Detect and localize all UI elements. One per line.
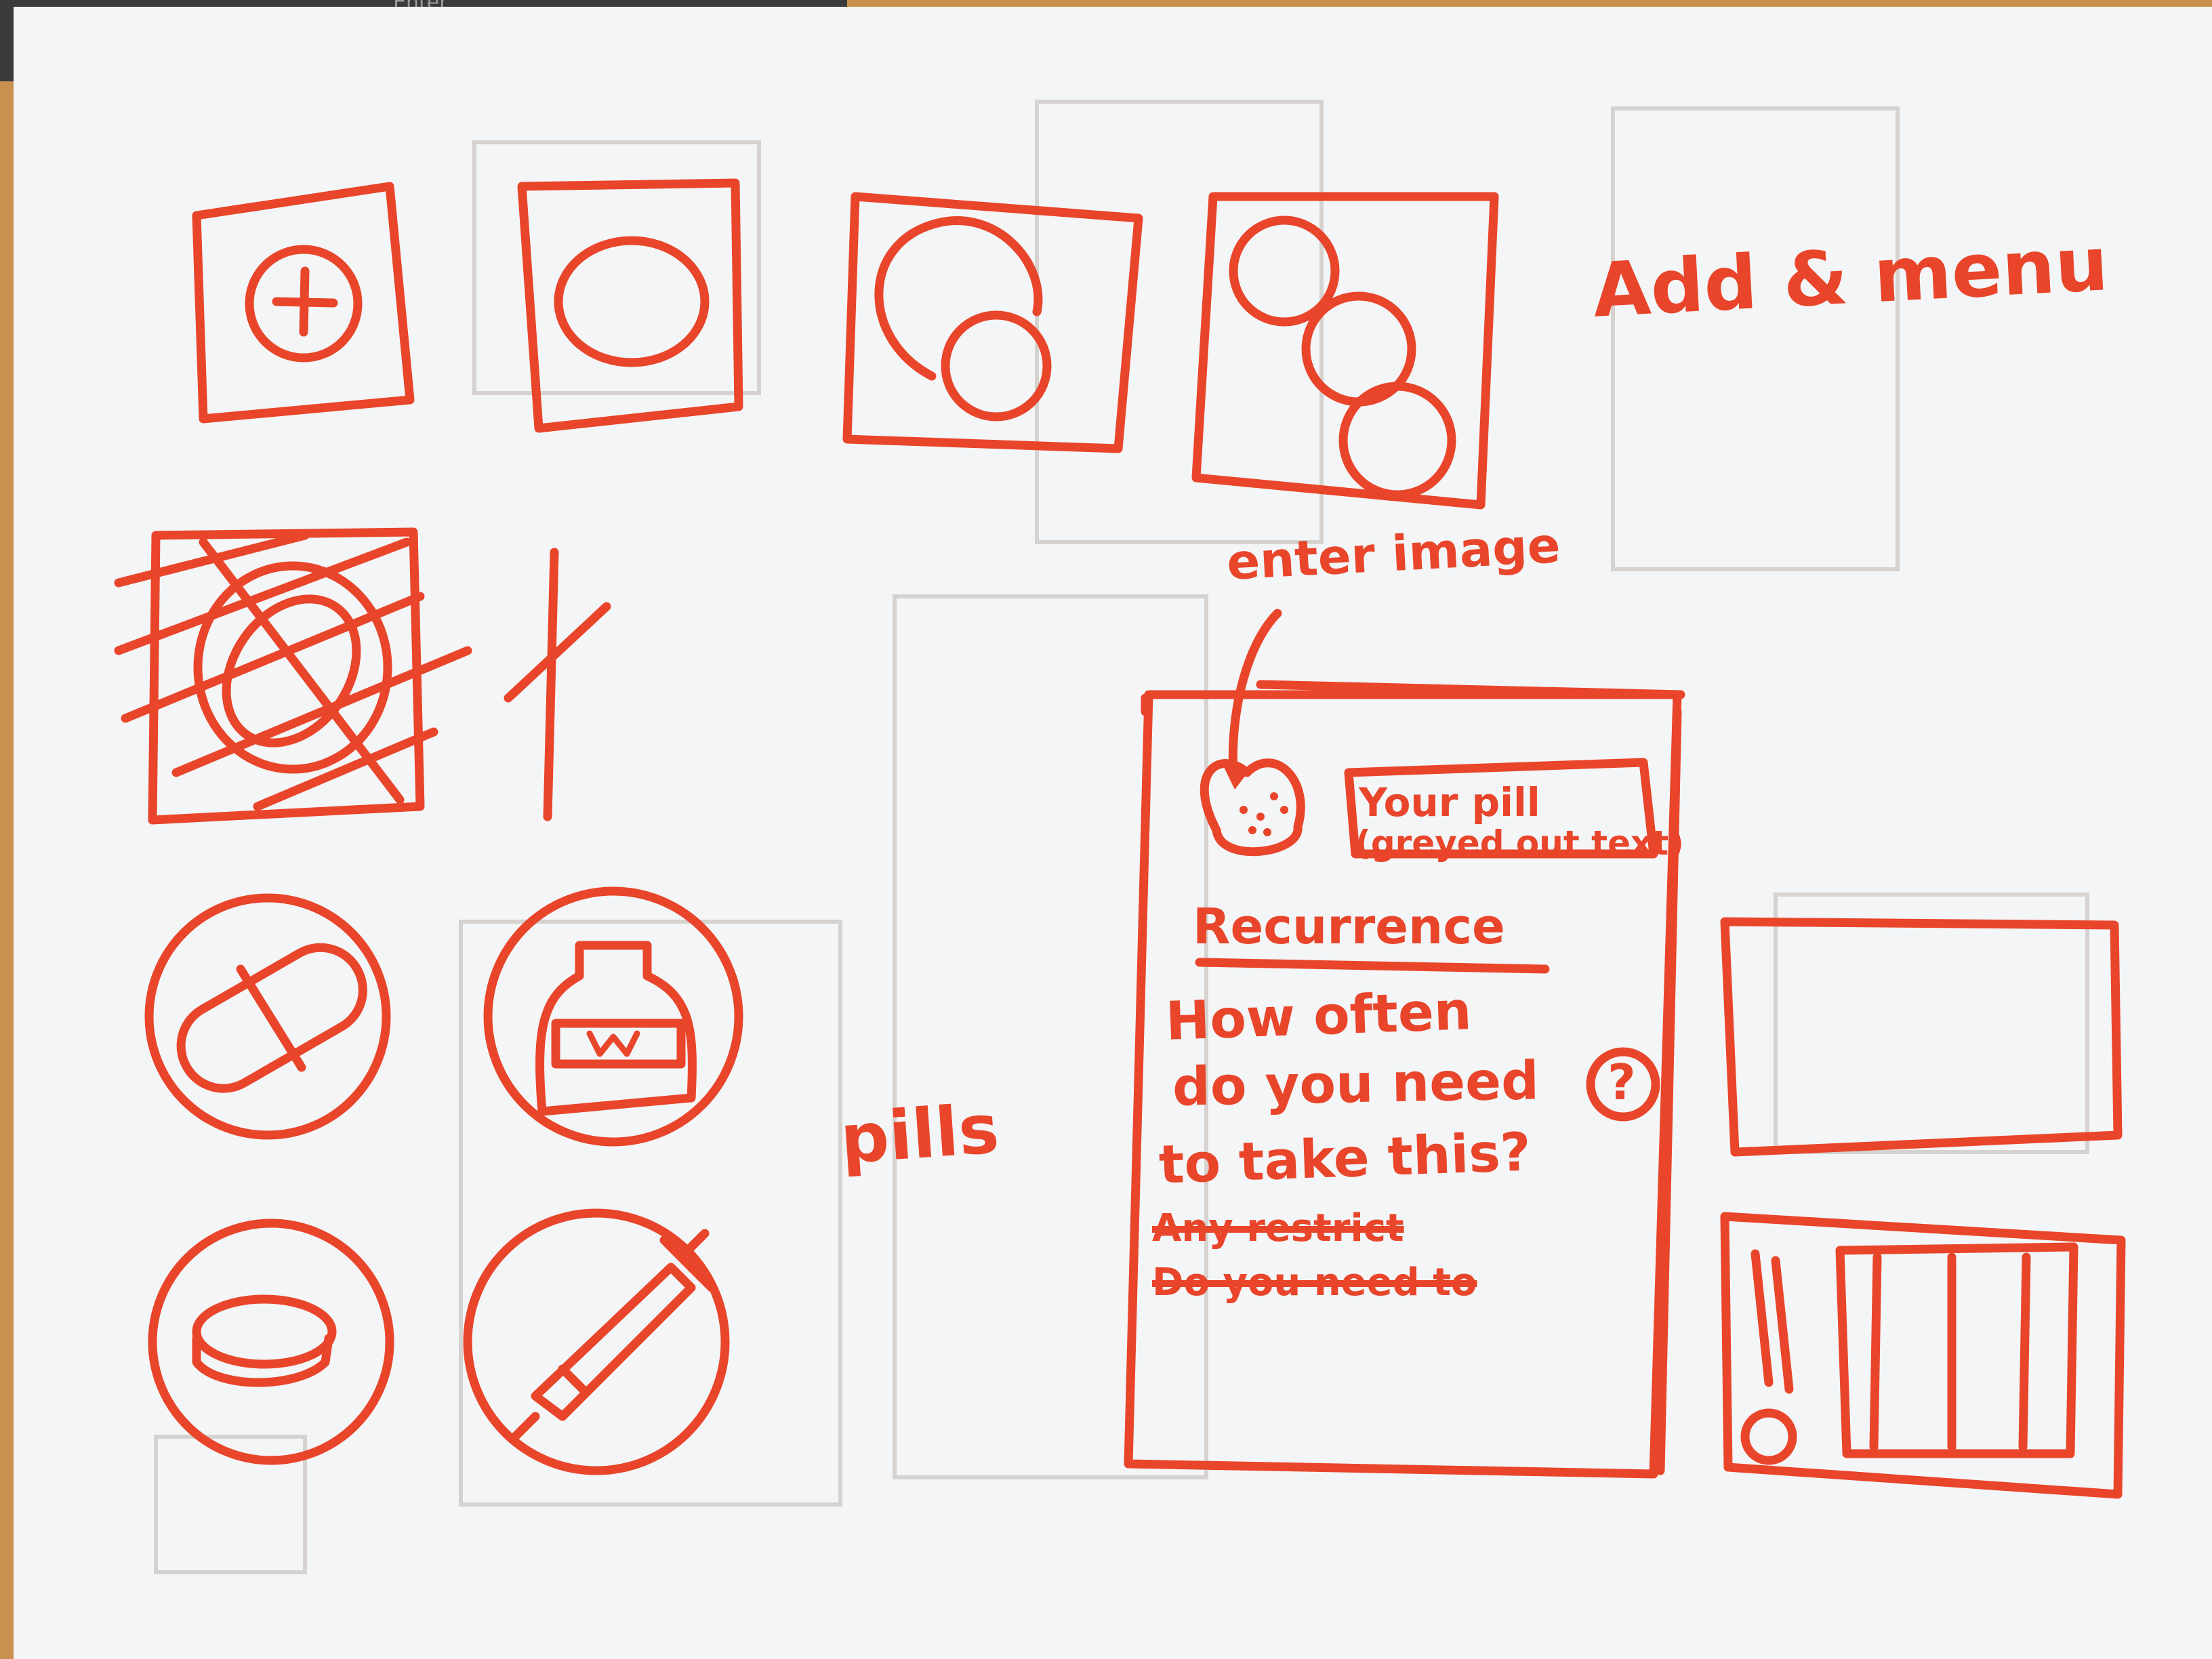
- capsule-icon[interactable]: [144, 893, 391, 1140]
- menu-two-circles-sketch[interactable]: [842, 192, 1143, 453]
- recurrence-question-line2: do you need: [1172, 1050, 1540, 1118]
- recurrence-heading: Recurrence: [1193, 898, 1505, 955]
- struck-text-line2: Do you need to: [1152, 1261, 1477, 1305]
- calendar-panel-sketch: [1720, 1212, 2126, 1499]
- side-card-sketch: [1720, 917, 2123, 1157]
- plus-circle-icon: [245, 245, 363, 363]
- syringe-icon[interactable]: [463, 1208, 730, 1475]
- recurrence-question-line1: How often: [1164, 981, 1473, 1052]
- struck-text-line1: Any restrict: [1152, 1206, 1404, 1250]
- bottle-icon[interactable]: [483, 886, 743, 1147]
- help-button-symbol[interactable]: ?: [1607, 1054, 1636, 1111]
- pill-name-field-line1: Your pill: [1359, 779, 1540, 825]
- two-circles-icon: [874, 216, 1052, 422]
- tablet-icon[interactable]: [148, 1218, 394, 1465]
- recurrence-question-line3: to take this?: [1158, 1122, 1532, 1196]
- three-circles-icon: [1229, 216, 1456, 499]
- pill-image-placeholder[interactable]: [1200, 758, 1305, 857]
- pill-name-field-line2: (greyed out text): [1355, 823, 1684, 863]
- crossed-out-pill-sketch: [114, 527, 472, 825]
- add-button-sketch[interactable]: [192, 182, 415, 424]
- single-circle-icon: [554, 236, 710, 367]
- pills-title: pills: [838, 1088, 1002, 1180]
- separator-mark: [504, 548, 611, 821]
- menu-three-circles-sketch[interactable]: [1191, 192, 1499, 510]
- recurrence-underline: [1195, 958, 1550, 974]
